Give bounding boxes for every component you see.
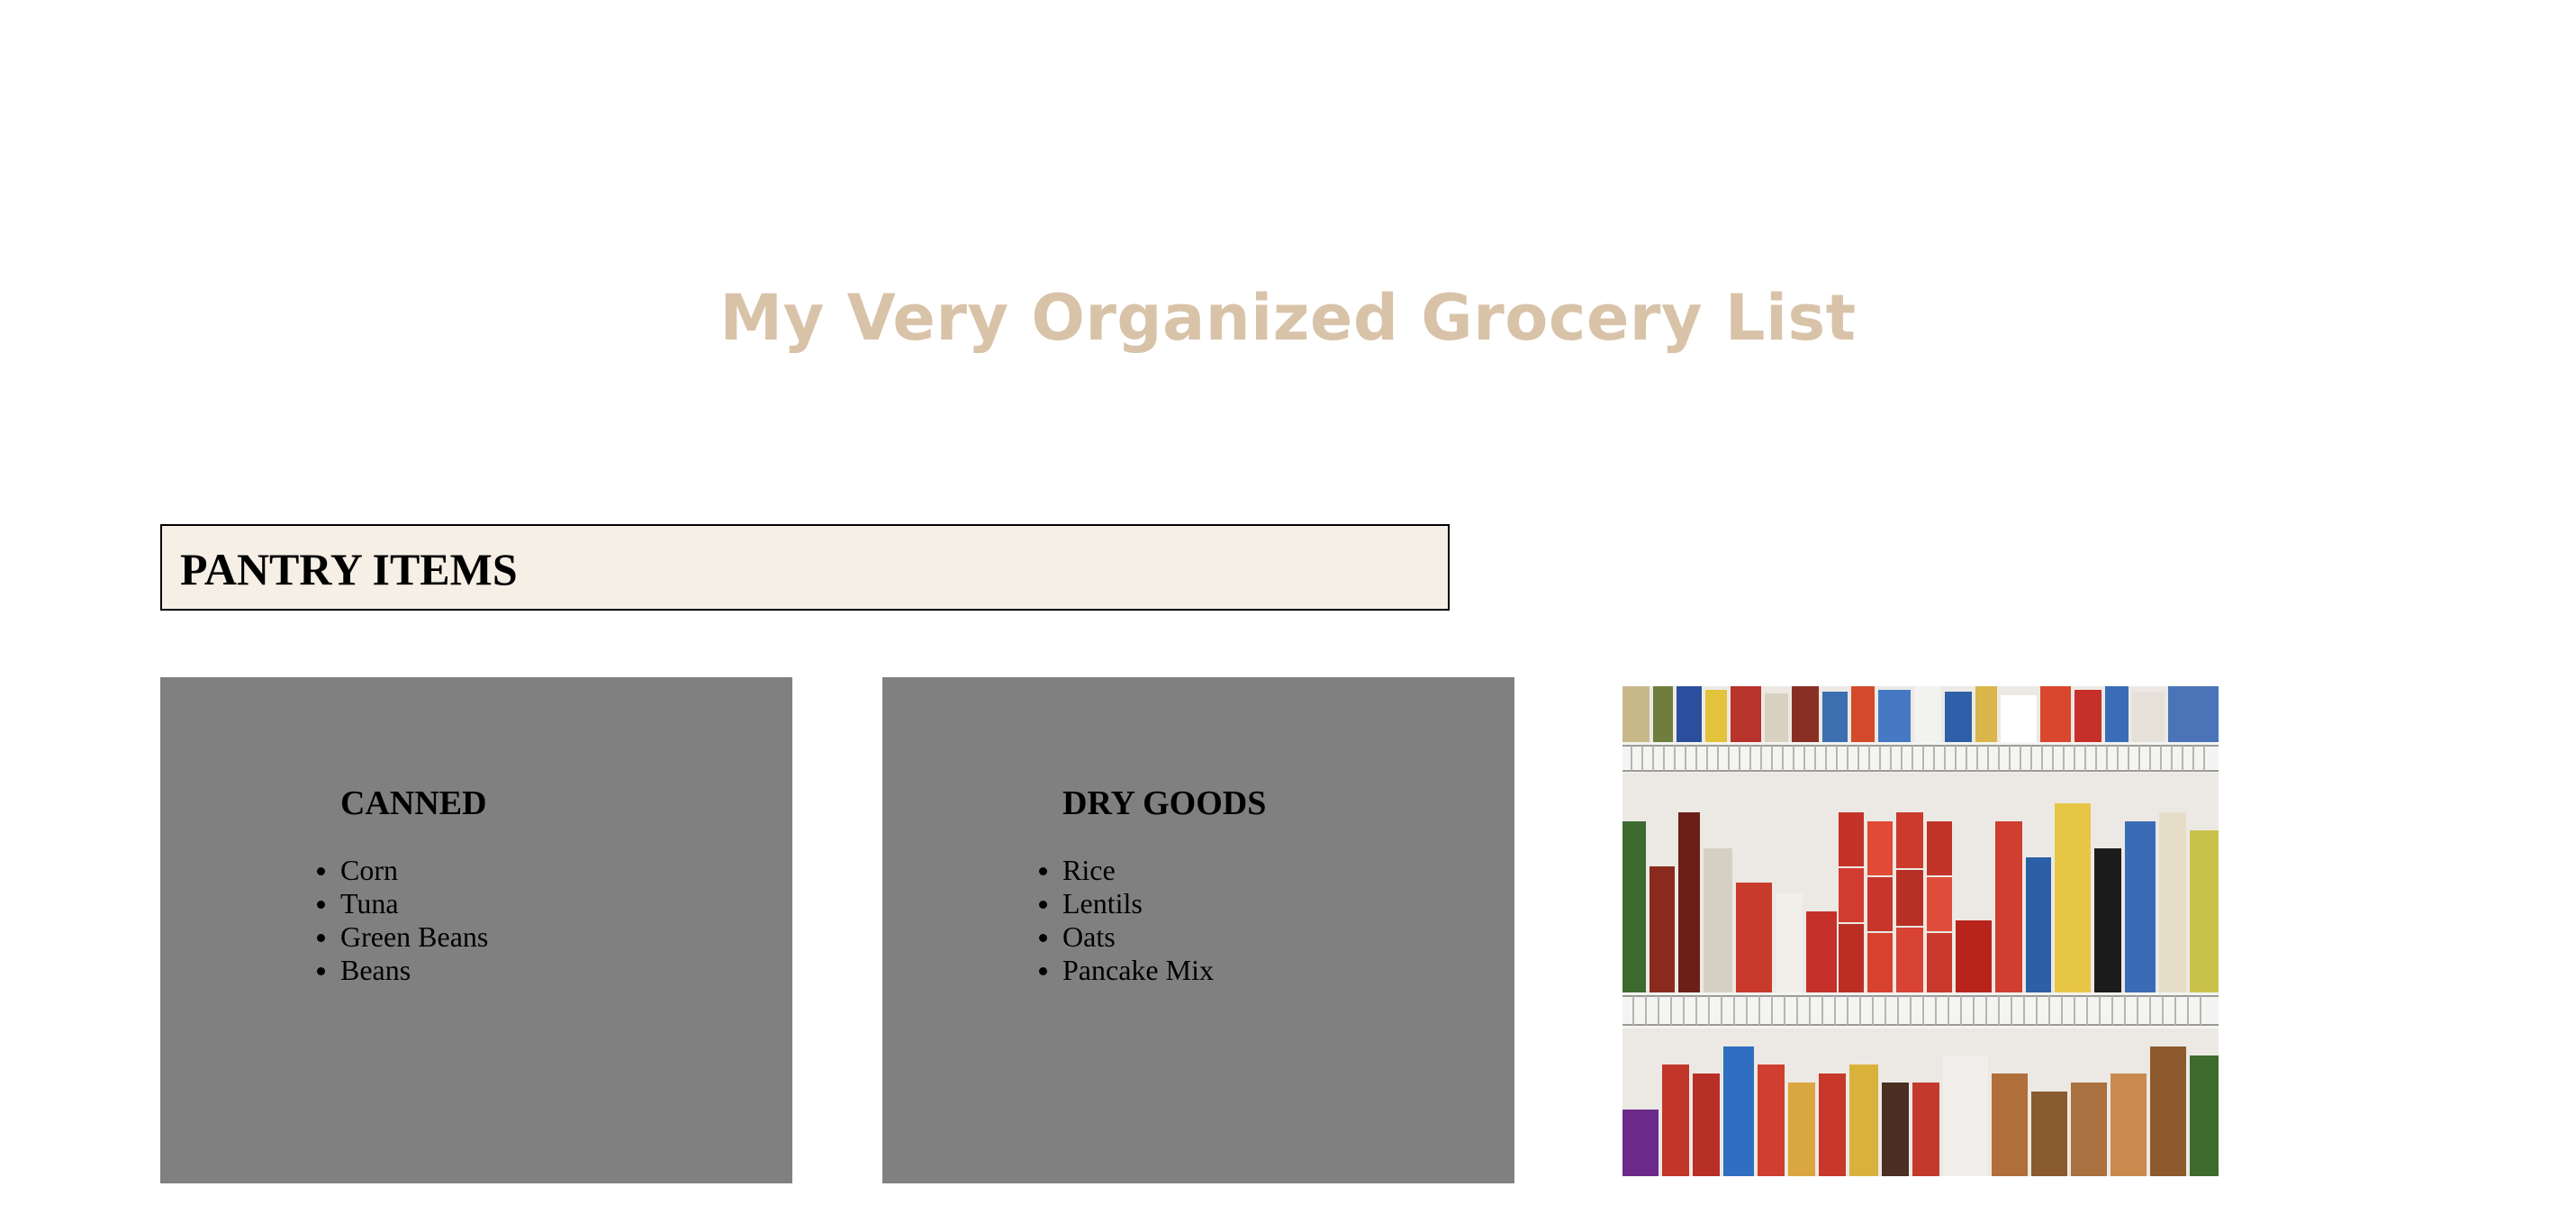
dry-goods-card: DRY GOODS Rice Lentils Oats Pancake Mix [882,677,1514,1183]
list-item: Rice [1039,854,1214,887]
list-item: Pancake Mix [1039,954,1214,986]
section-heading: PANTRY ITEMS [180,544,518,594]
list-item: Oats [1039,920,1214,954]
list-item: Lentils [1039,887,1214,920]
page: My Very Organized Grocery List PANTRY IT… [0,0,2576,1214]
dry-goods-list: Rice Lentils Oats Pancake Mix [1039,854,1214,987]
canned-card: CANNED Corn Tuna Green Beans Beans [160,677,792,1183]
section-header: PANTRY ITEMS [160,524,1450,611]
canned-heading: CANNED [340,784,487,822]
list-item: Tuna [316,887,488,920]
list-item: Beans [316,954,488,987]
canned-list: Corn Tuna Green Beans Beans [316,854,489,987]
pantry-photo [1622,686,2219,1176]
list-item: Corn [316,854,488,887]
dry-goods-heading: DRY GOODS [1062,784,1267,822]
page-title: My Very Organized Grocery List [719,281,1857,355]
list-item: Green Beans [316,920,489,953]
